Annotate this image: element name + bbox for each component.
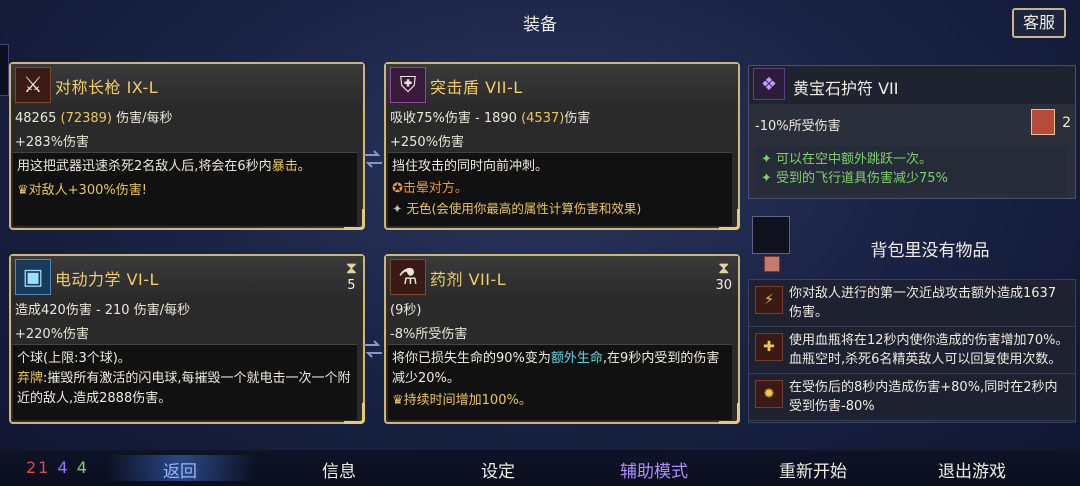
electric-orb-icon: ▣ xyxy=(15,259,51,295)
nav-assist-mode[interactable]: 辅助模式 xyxy=(620,457,688,482)
card-corner xyxy=(719,209,740,230)
weapon-damage-bonus: +283%伤害 xyxy=(15,135,90,150)
bag-slot[interactable] xyxy=(752,216,790,254)
survival-count: 4 xyxy=(76,458,89,477)
nav-quit[interactable]: 退出游戏 xyxy=(938,457,1006,482)
scroll-count: 2 xyxy=(1062,115,1071,131)
shield-damage-bonus: +250%伤害 xyxy=(390,135,465,150)
scroll-icon xyxy=(1031,109,1055,135)
character-mini-icon xyxy=(764,256,780,272)
skill2-name: 药剂 VII-L xyxy=(430,270,507,289)
effect-item: ✚ 使用血瓶将在12秒内使你造成的伤害增加70%。血瓶空时,杀死6名精英敌人可以… xyxy=(749,327,1075,374)
skill2-cooldown: ⧗ 30 xyxy=(715,258,732,293)
nav-restart[interactable]: 重新开始 xyxy=(779,457,847,482)
spear-icon: ⚔ xyxy=(15,67,51,103)
amulet-stat: -10%所受伤害 xyxy=(755,119,841,134)
blood-flask-icon: ✚ xyxy=(755,333,783,361)
skill1-card[interactable]: ▣ 电动力学 VI-L ⧗ 5 造成420伤害 - 210 伤害/每秒 +220%… xyxy=(9,254,365,424)
bag-empty-text: 背包里没有物品 xyxy=(870,241,990,261)
shield-absorb: 吸收75%伤害 - 1890 (4537)伤害 xyxy=(390,111,591,126)
skill1-damage-bonus: +220%伤害 xyxy=(15,327,90,342)
damage-shield-icon: ✹ xyxy=(755,380,783,408)
skill2-description: 将你已损失生命的90%变为额外生命,在9秒内受到的伤害减少20%。 ♛持续时间增… xyxy=(388,344,732,420)
shield-card[interactable]: ⛨ 突击盾 VII-L 吸收75%伤害 - 1890 (4537)伤害 +250… xyxy=(384,62,740,230)
skill1-name: 电动力学 VI-L xyxy=(55,270,159,289)
crown-icon: ♛ xyxy=(392,393,404,408)
tactics-count: 4 xyxy=(57,458,70,477)
scroll-counts: 21 4 4 xyxy=(26,458,89,477)
card-corner xyxy=(719,403,740,424)
effect-item: ⚡ 你对敌人进行的第一次近战攻击额外造成1637伤害。 xyxy=(749,280,1075,327)
colorless-icon: ✦ xyxy=(392,201,407,216)
swap-arrow-bottom[interactable] xyxy=(362,340,384,358)
skill2-damage-reduction: -8%所受伤害 xyxy=(390,327,468,342)
skill2-duration: (9秒) xyxy=(390,303,422,318)
amulet-icon: ❖ xyxy=(753,68,785,100)
amulet-bonuses: ✦ 可以在空中额外跳跃一次。 ✦ 受到的飞行道具伤害减少75% xyxy=(755,146,1067,194)
card-corner xyxy=(344,209,365,230)
weapon-dps: 48265 (72389) 伤害/每秒 xyxy=(15,111,173,126)
shield-description: 挡住攻击的同时向前冲刺。 ✪击晕对方。 ✦ 无色(会使用你最高的属性计算伤害和效… xyxy=(388,152,732,226)
weapon-name: 对称长枪 IX-L xyxy=(55,78,159,97)
brutality-count: 21 xyxy=(26,458,51,477)
nav-back[interactable]: 返回 xyxy=(163,457,197,482)
lightning-icon: ⚡ xyxy=(755,286,783,314)
swap-arrow-top[interactable] xyxy=(362,150,384,168)
effects-list[interactable]: ⚡ 你对敌人进行的第一次近战攻击额外造成1637伤害。 ✚ 使用血瓶将在12秒内… xyxy=(748,279,1076,423)
page-title: 装备 xyxy=(523,15,557,35)
customer-service-button[interactable]: 客服 xyxy=(1012,8,1066,38)
crown-icon: ♛ xyxy=(17,183,29,198)
card-corner xyxy=(344,403,365,424)
skill1-cooldown: ⧗ 5 xyxy=(345,258,357,293)
skill1-damage: 造成420伤害 - 210 伤害/每秒 xyxy=(15,303,191,318)
weapon-description: 用这把武器迅速杀死2名敌人后,将会在6秒内暴击。 ♛对敌人+300%伤害! xyxy=(13,152,357,226)
shield-name: 突击盾 VII-L xyxy=(430,78,523,97)
skill1-description: 个球(上限:3个球)。 弃牌:摧毁所有激活的闪电球,每摧毁一个就电击一次一个附近… xyxy=(13,344,357,420)
bullet-icon: ✦ xyxy=(761,152,777,167)
nav-settings[interactable]: 设定 xyxy=(481,457,515,482)
potion-icon: ⚗ xyxy=(390,259,426,295)
skill2-card[interactable]: ⚗ 药剂 VII-L ⧗ 30 (9秒) -8%所受伤害 将你已损失生命的90%变… xyxy=(384,254,740,424)
side-tab[interactable] xyxy=(0,44,9,96)
weapon-card[interactable]: ⚔ 对称长枪 IX-L 48265 (72389) 伤害/每秒 +283%伤害 … xyxy=(9,62,365,230)
hourglass-icon: ⧗ xyxy=(718,258,730,277)
bullet-icon: ✦ xyxy=(761,171,777,186)
shield-icon: ⛨ xyxy=(390,67,426,103)
stun-icon: ✪ xyxy=(392,181,403,196)
amulet-name: 黄宝石护符 VII xyxy=(793,79,899,98)
effect-item: ✹ 在受伤后的8秒内造成伤害+80%,同时在2秒内受到伤害-80% xyxy=(749,374,1075,421)
hourglass-icon: ⧗ xyxy=(345,258,357,277)
nav-info[interactable]: 信息 xyxy=(322,457,356,482)
amulet-panel[interactable]: ❖ 黄宝石护符 VII -10%所受伤害 2 ✦ 可以在空中额外跳跃一次。 ✦ … xyxy=(748,65,1076,199)
